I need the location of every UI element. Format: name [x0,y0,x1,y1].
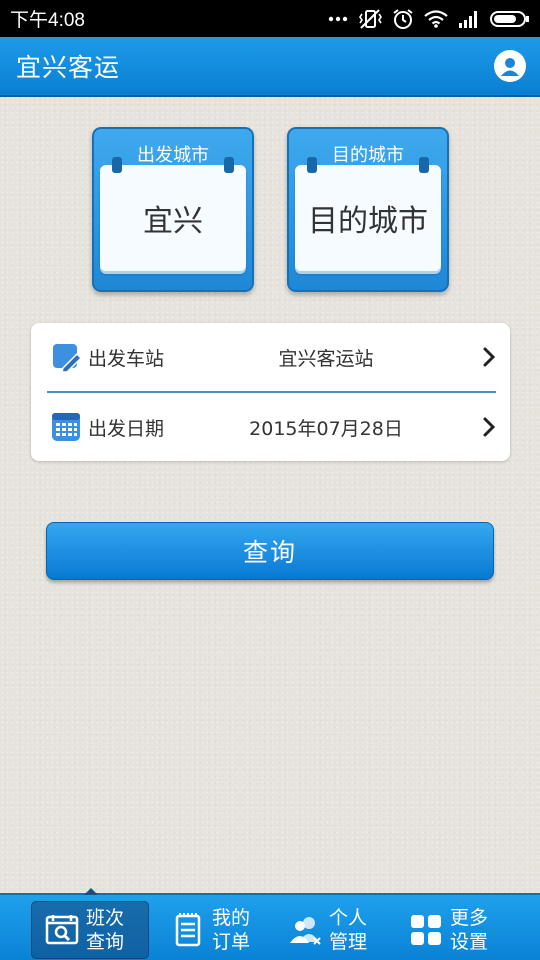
query-button[interactable]: 查询 [46,522,494,580]
from-city-card[interactable]: 出发城市 宜兴 [92,127,254,292]
edit-icon [53,344,81,372]
calendar-ring-icon [224,157,234,173]
trip-form-panel: 出发车站 宜兴客运站 出发日期 2015年07月28日 [31,323,510,461]
calendar-ring-icon [112,157,122,173]
status-bar: 下午4:08 [0,0,540,37]
user-profile-button[interactable] [494,50,526,82]
nav-schedule-search-label: 班次 查询 [86,906,124,954]
chevron-right-icon [483,347,496,367]
nav-label-line1: 个人 [329,907,368,929]
signal-icon [458,10,480,28]
station-value: 宜兴客运站 [278,347,374,370]
calendar-icon [52,413,80,441]
alarm-icon [392,8,414,30]
calendar-ring-icon [307,157,317,173]
nav-label-line1: 班次 [86,907,125,929]
battery-icon [490,10,530,28]
to-city-card[interactable]: 目的城市 目的城市 [287,127,449,292]
station-row[interactable]: 出发车站 宜兴客运站 [31,323,510,391]
date-label: 出发日期 [88,417,165,440]
app-title: 宜兴客运 [16,53,121,82]
nav-more-settings-label: 更多 设置 [450,906,488,954]
nav-label-line1: 更多 [450,907,489,929]
wifi-icon [424,9,448,28]
calendar-ring-icon [419,157,429,173]
nav-personal-management-label: 个人 管理 [329,906,367,954]
status-icons [328,8,530,30]
nav-label-line2: 设置 [450,931,489,953]
nav-schedule-search[interactable]: 班次 查询 [31,901,149,959]
date-row[interactable]: 出发日期 2015年07月28日 [31,393,510,461]
to-city-value: 目的城市 [295,165,441,271]
nav-my-orders-label: 我的 订单 [212,906,250,954]
vibrate-icon [358,8,382,30]
status-time: 下午4:08 [10,10,85,31]
station-label: 出发车站 [88,347,165,370]
nav-my-orders[interactable]: 我的 订单 [158,901,268,959]
more-dots-icon [328,16,348,22]
nav-label-line1: 我的 [212,907,251,929]
app-bar: 宜兴客运 [0,37,540,97]
schedule-search-icon [45,915,79,945]
nav-more-settings[interactable]: 更多 设置 [396,901,511,959]
nav-label-line2: 查询 [86,931,125,953]
orders-icon [175,913,201,947]
nav-label-line2: 订单 [212,931,251,953]
bottom-nav: 班次 查询 我的 订单 个人 管理 更多 设置 [0,888,540,960]
user-icon [501,58,519,76]
chevron-right-icon [483,417,496,437]
nav-personal-management[interactable]: 个人 管理 [275,901,390,959]
active-tab-pointer [84,888,98,895]
nav-label-line2: 管理 [329,931,368,953]
users-icon [290,917,321,945]
from-city-value: 宜兴 [100,165,246,271]
grid-icon [411,915,441,945]
date-value: 2015年07月28日 [249,417,403,440]
